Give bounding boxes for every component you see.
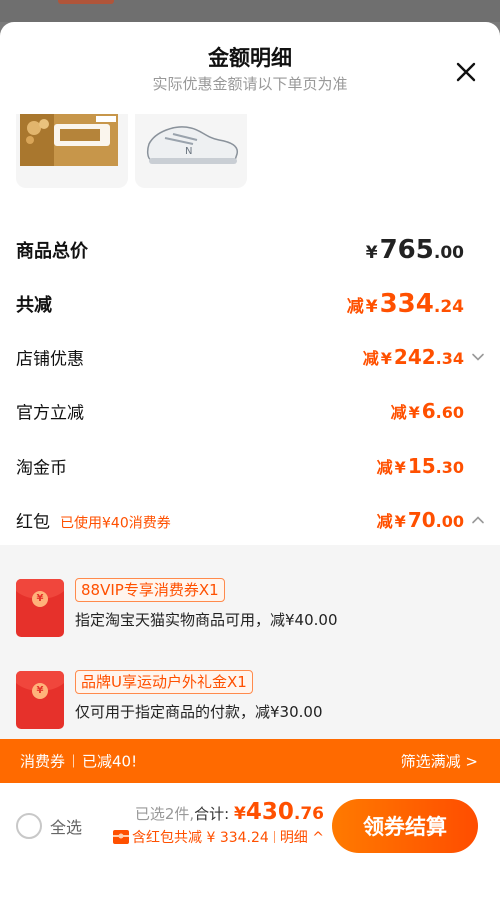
svg-text:N: N bbox=[185, 146, 192, 157]
coupon-tag: 品牌U享运动户外礼金X1 bbox=[75, 670, 253, 694]
red-packet-icon: ¥ bbox=[16, 671, 64, 729]
detail-link[interactable]: 明细 ^ bbox=[280, 830, 324, 846]
total-dec: .76 bbox=[293, 804, 324, 824]
sheet-subtitle: 实际优惠金额请以下单页为准 bbox=[152, 75, 348, 93]
checkout-button[interactable]: 领券结算 bbox=[332, 799, 478, 853]
red-packet-small-icon bbox=[113, 830, 130, 844]
sneaker-image: N bbox=[146, 126, 239, 164]
total-amount: ¥430.76 bbox=[234, 799, 324, 825]
row-taojinbi: 淘金币 减 ¥15.30 bbox=[0, 446, 500, 486]
promo-bar: 消费券 已减40! 筛选满减 > bbox=[0, 739, 500, 783]
close-button[interactable] bbox=[448, 54, 484, 90]
close-icon bbox=[456, 62, 476, 82]
row-total-reduced: 共减 减 ¥334.24 bbox=[0, 284, 500, 324]
taojinbi-value: 减 ¥15.30 bbox=[377, 454, 464, 478]
checkout-footer: 全选 已选2件,合计: ¥430.76 含红包共减 ¥ 334.24 明细 ^ 领… bbox=[0, 783, 500, 912]
hongbao-dec: .00 bbox=[435, 512, 464, 531]
official-discount-currency: ¥ bbox=[408, 403, 420, 422]
total-reduced-currency: ¥ bbox=[365, 297, 378, 317]
hongbao-title: 红包 bbox=[16, 512, 50, 533]
sheet-header: 金额明细 实际优惠金额请以下单页为准 bbox=[0, 22, 500, 102]
total-reduced-int: 334 bbox=[379, 289, 434, 319]
total-price-currency: ¥ bbox=[365, 243, 378, 263]
total-price-int: 765 bbox=[379, 235, 434, 265]
milk-box-image bbox=[20, 114, 118, 166]
promo-status: 消费券 已减40! bbox=[20, 751, 137, 772]
coupon-item[interactable]: ¥ 品牌U享运动户外礼金X1 仅可用于指定商品的付款，减¥30.00 bbox=[16, 670, 486, 735]
official-discount-prefix: 减 bbox=[390, 403, 407, 422]
product-thumb-milk[interactable] bbox=[16, 114, 128, 188]
promo-coupon-label: 消费券 bbox=[20, 752, 66, 771]
background-page bbox=[0, 0, 500, 22]
total-int: 430 bbox=[245, 799, 294, 825]
shop-discount-value: 减 ¥242.34 bbox=[363, 345, 464, 369]
official-discount-value: 减 ¥6.60 bbox=[391, 399, 464, 423]
shop-discount-prefix: 减 bbox=[362, 349, 379, 368]
filter-full-reduction-link[interactable]: 筛选满减 > bbox=[401, 751, 478, 772]
coupon-desc: 仅可用于指定商品的付款，减¥30.00 bbox=[75, 703, 323, 721]
total-reduced-prefix: 减 bbox=[346, 297, 364, 317]
official-discount-int: 6 bbox=[421, 399, 436, 423]
select-all-toggle[interactable]: 全选 bbox=[16, 813, 82, 839]
total-price-label: 商品总价 bbox=[16, 241, 88, 262]
taojinbi-prefix: 减 bbox=[376, 458, 393, 477]
taojinbi-dec: .30 bbox=[435, 458, 464, 477]
coupon-desc: 指定淘宝天猫实物商品可用，减¥40.00 bbox=[75, 611, 338, 629]
total-currency: ¥ bbox=[234, 804, 246, 824]
discount-note-line[interactable]: 含红包共减 ¥ 334.24 明细 ^ bbox=[113, 827, 324, 847]
shop-discount-label: 店铺优惠 bbox=[16, 349, 84, 370]
summary-total-line: 已选2件,合计: ¥430.76 bbox=[113, 799, 324, 825]
total-reduced-dec: .24 bbox=[433, 297, 464, 317]
total-label: 合计: bbox=[194, 805, 230, 823]
row-hongbao[interactable]: 红包 已使用¥40消费券 减 ¥70.00 bbox=[0, 500, 500, 540]
total-price-value: ¥765.00 bbox=[366, 235, 464, 265]
shop-discount-dec: .34 bbox=[435, 349, 464, 368]
hongbao-currency: ¥ bbox=[394, 512, 406, 531]
official-discount-label: 官方立减 bbox=[16, 403, 84, 424]
radio-icon[interactable] bbox=[16, 813, 42, 839]
select-all-label: 全选 bbox=[50, 818, 83, 837]
discount-note: 含红包共减 ¥ 334.24 bbox=[132, 830, 269, 846]
hongbao-prefix: 减 bbox=[376, 512, 393, 531]
taojinbi-int: 15 bbox=[407, 454, 436, 478]
total-reduced-value: 减 ¥334.24 bbox=[347, 289, 464, 319]
amount-detail-sheet: 金额明细 实际优惠金额请以下单页为准 N 商品总价 ¥765.00 共减 减 ¥… bbox=[0, 22, 500, 912]
hongbao-int: 70 bbox=[407, 508, 436, 532]
total-price-dec: .00 bbox=[433, 243, 464, 263]
official-discount-dec: .60 bbox=[435, 403, 464, 422]
chevron-down-icon[interactable] bbox=[470, 349, 486, 365]
product-thumb-sneaker[interactable]: N bbox=[135, 114, 247, 188]
taojinbi-label: 淘金币 bbox=[16, 458, 67, 479]
taojinbi-currency: ¥ bbox=[394, 458, 406, 477]
background-chip bbox=[58, 0, 114, 4]
promo-reduced-label: 已减40! bbox=[82, 752, 138, 771]
total-reduced-label: 共减 bbox=[16, 295, 52, 316]
sheet-title: 金额明细 bbox=[208, 46, 292, 70]
row-total-price: 商品总价 ¥765.00 bbox=[0, 230, 500, 270]
hongbao-used-note: 已使用¥40消费券 bbox=[60, 515, 171, 532]
chevron-up-icon[interactable] bbox=[470, 512, 486, 528]
checkout-summary: 已选2件,合计: ¥430.76 含红包共减 ¥ 334.24 明细 ^ bbox=[113, 799, 324, 847]
hongbao-label: 红包 已使用¥40消费券 bbox=[16, 508, 171, 533]
shop-discount-currency: ¥ bbox=[380, 349, 392, 368]
selected-count: 已选2件, bbox=[134, 805, 195, 823]
row-shop-discount[interactable]: 店铺优惠 减 ¥242.34 bbox=[0, 337, 500, 377]
shop-discount-int: 242 bbox=[393, 345, 436, 369]
coupon-item[interactable]: ¥ 88VIP专享消费券X1 指定淘宝天猫实物商品可用，减¥40.00 bbox=[16, 578, 486, 643]
hongbao-value: 减 ¥70.00 bbox=[377, 508, 464, 532]
coupon-panel: ¥ 88VIP专享消费券X1 指定淘宝天猫实物商品可用，减¥40.00 ¥ 品牌… bbox=[0, 545, 500, 739]
red-packet-icon: ¥ bbox=[16, 579, 64, 637]
coupon-tag: 88VIP专享消费券X1 bbox=[75, 578, 225, 602]
row-official-discount: 官方立减 减 ¥6.60 bbox=[0, 391, 500, 431]
